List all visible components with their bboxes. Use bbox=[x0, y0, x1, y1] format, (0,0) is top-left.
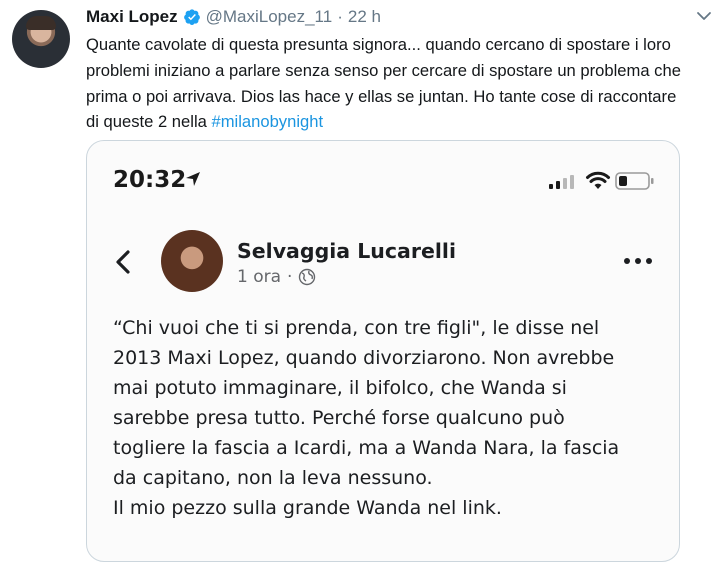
tweet-text-line: prima o poi arrivava. Dios las hace y el… bbox=[86, 86, 677, 106]
author-name[interactable]: Maxi Lopez bbox=[86, 7, 178, 27]
tweet: Maxi Lopez @MaxiLopez_11 · 22 h Quante c… bbox=[0, 0, 724, 562]
tweet-text-line: di queste 2 nella #milanobynight bbox=[86, 109, 716, 135]
location-arrow-icon bbox=[186, 172, 200, 186]
more-options-icon bbox=[624, 258, 652, 264]
tweet-header: Maxi Lopez @MaxiLopez_11 · 22 h bbox=[86, 5, 381, 29]
attached-screenshot-image[interactable]: 20:32 Selvaggia Lucarelli 1 ora · “Chi v… bbox=[86, 140, 680, 562]
post-text-line: “Chi vuoi che ti si prenda, con tre figl… bbox=[113, 317, 600, 339]
post-author-name: Selvaggia Lucarelli bbox=[237, 239, 456, 263]
hashtag-link[interactable]: #milanobynight bbox=[211, 112, 323, 131]
verified-badge-icon bbox=[183, 9, 200, 25]
post-text-line: da capitano, non la leva nessuno. bbox=[113, 467, 433, 489]
post-text-line: togliere la fascia a Icardi, ma a Wanda … bbox=[113, 437, 620, 459]
post-text-line: mai potuto immaginare, il bifolco, che W… bbox=[113, 377, 567, 399]
tweet-text-line: Quante cavolate di questa presunta signo… bbox=[86, 35, 671, 54]
tweet-text-fragment: di queste 2 nella bbox=[86, 112, 212, 132]
post-text-line: sarebbe presa tutto. Perché forse qualcu… bbox=[113, 407, 565, 429]
author-avatar[interactable] bbox=[12, 10, 70, 68]
chevron-down-icon[interactable] bbox=[696, 8, 712, 24]
signal-strength-icon bbox=[549, 175, 574, 189]
tweet-timestamp[interactable]: 22 h bbox=[348, 7, 381, 27]
header-separator: · bbox=[337, 7, 343, 26]
post-text: “Chi vuoi che ti si prenda, con tre figl… bbox=[113, 313, 673, 523]
globe-icon bbox=[299, 268, 316, 286]
tweet-text-line: problemi iniziano a parlare senza senso … bbox=[86, 60, 681, 80]
status-bar-time: 20:32 bbox=[113, 167, 187, 193]
back-arrow-icon bbox=[116, 250, 130, 274]
post-text-line: 2013 Maxi Lopez, quando divorziarono. No… bbox=[113, 347, 615, 369]
post-author-avatar bbox=[161, 230, 223, 292]
post-meta-separator: · bbox=[287, 267, 293, 287]
tweet-text: Quante cavolate di questa presunta signo… bbox=[86, 32, 716, 135]
post-text-line: Il mio pezzo sulla grande Wanda nel link… bbox=[113, 497, 502, 519]
battery-icon bbox=[615, 172, 654, 190]
author-handle[interactable]: @MaxiLopez_11 bbox=[206, 7, 333, 27]
wifi-icon bbox=[586, 171, 610, 189]
post-age: 1 ora bbox=[237, 267, 282, 287]
post-meta: 1 ora · bbox=[237, 267, 316, 287]
